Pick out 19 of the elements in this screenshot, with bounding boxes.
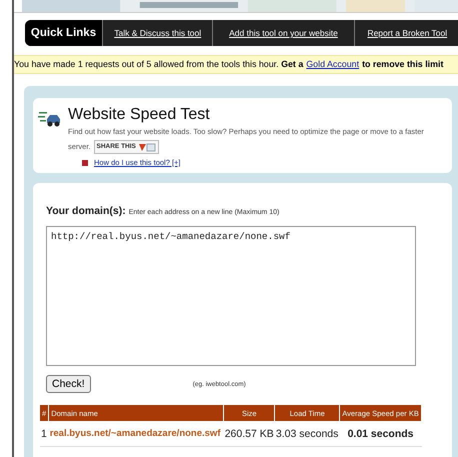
- bullet-icon: [82, 160, 88, 166]
- domains-field[interactable]: http://real.byus.net/~amanedazare/none.swf: [46, 226, 416, 366]
- quick-links-title: Quick Links: [25, 20, 103, 46]
- table-cell: 1: [40, 421, 49, 446]
- upgrade-link[interactable]: Gold Account: [306, 56, 360, 73]
- notice-text: You have made 1 requests out of 5 allowed from the tools this hour. Get a: [14, 58, 304, 71]
- table-cell: 3.03 seconds: [274, 421, 340, 446]
- table-cell: 0.01 seconds: [340, 421, 422, 446]
- tool-title: Website Speed Test: [68, 106, 211, 124]
- nav-link[interactable]: Add this tool on your website: [213, 20, 355, 46]
- notice-text: to remove this limit: [362, 58, 444, 71]
- car-icon: [38, 110, 62, 128]
- share-icon: [138, 142, 156, 152]
- check-button[interactable]: Check!: [46, 375, 91, 393]
- nav-link[interactable]: Talk & Discuss this tool: [103, 20, 214, 46]
- nav-link[interactable]: Report a Broken Tool: [354, 20, 458, 46]
- domains-label: Your domain(s):: [46, 205, 126, 217]
- table-cell: 260.57 KB: [224, 421, 275, 446]
- domain-link[interactable]: real.byus.net/~amanedazare/none.swf: [48, 421, 224, 446]
